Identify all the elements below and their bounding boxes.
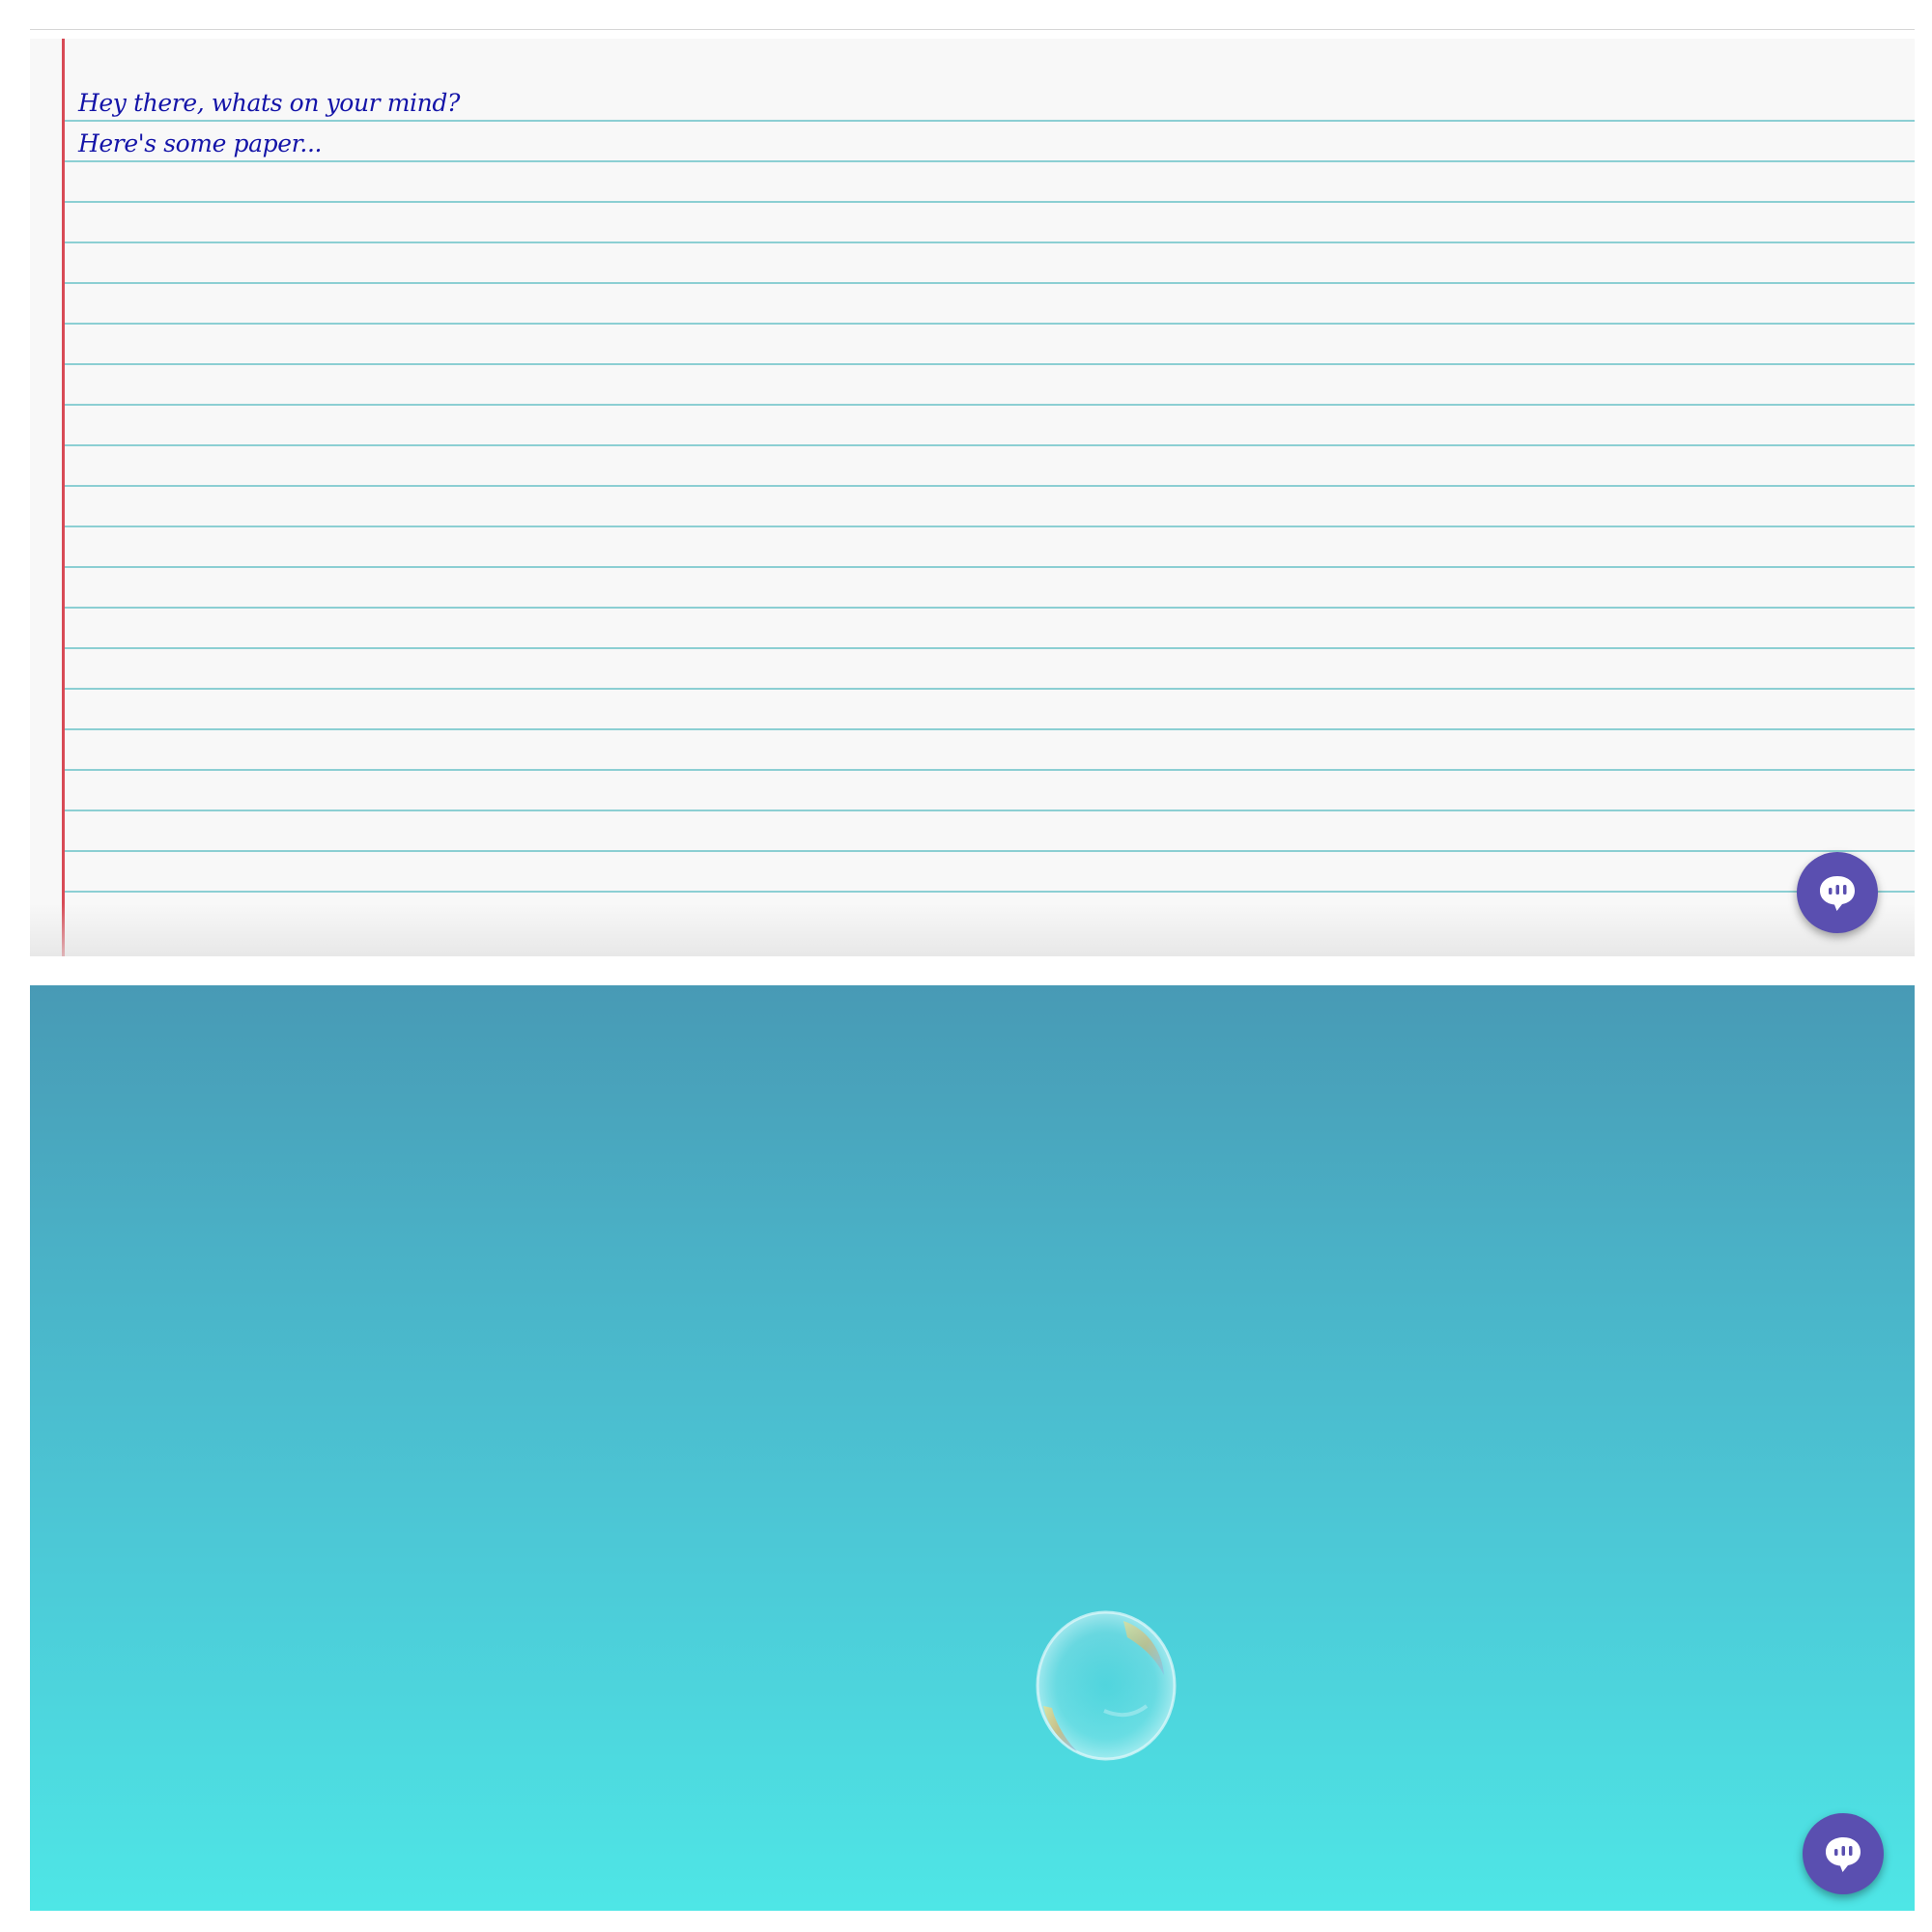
lined-paper-panel[interactable]: Hey there, whats on your mind? Here's so… [30, 39, 1915, 956]
paper-text[interactable]: Hey there, whats on your mind? Here's so… [78, 83, 460, 164]
chat-bubble-icon [1826, 1837, 1861, 1872]
top-divider [30, 29, 1915, 30]
paper-line-1: Hey there, whats on your mind? [78, 89, 460, 117]
paper-bottom-shadow [30, 903, 1915, 956]
water-image-panel [30, 985, 1915, 1911]
ruled-lines [65, 120, 1915, 893]
margin-line [62, 39, 65, 956]
chat-button[interactable] [1797, 852, 1878, 933]
paper-line-2: Here's some paper... [78, 129, 323, 157]
chat-bubble-icon [1820, 876, 1855, 911]
chat-button[interactable] [1803, 1813, 1884, 1894]
soap-bubble-image [1036, 1610, 1177, 1761]
